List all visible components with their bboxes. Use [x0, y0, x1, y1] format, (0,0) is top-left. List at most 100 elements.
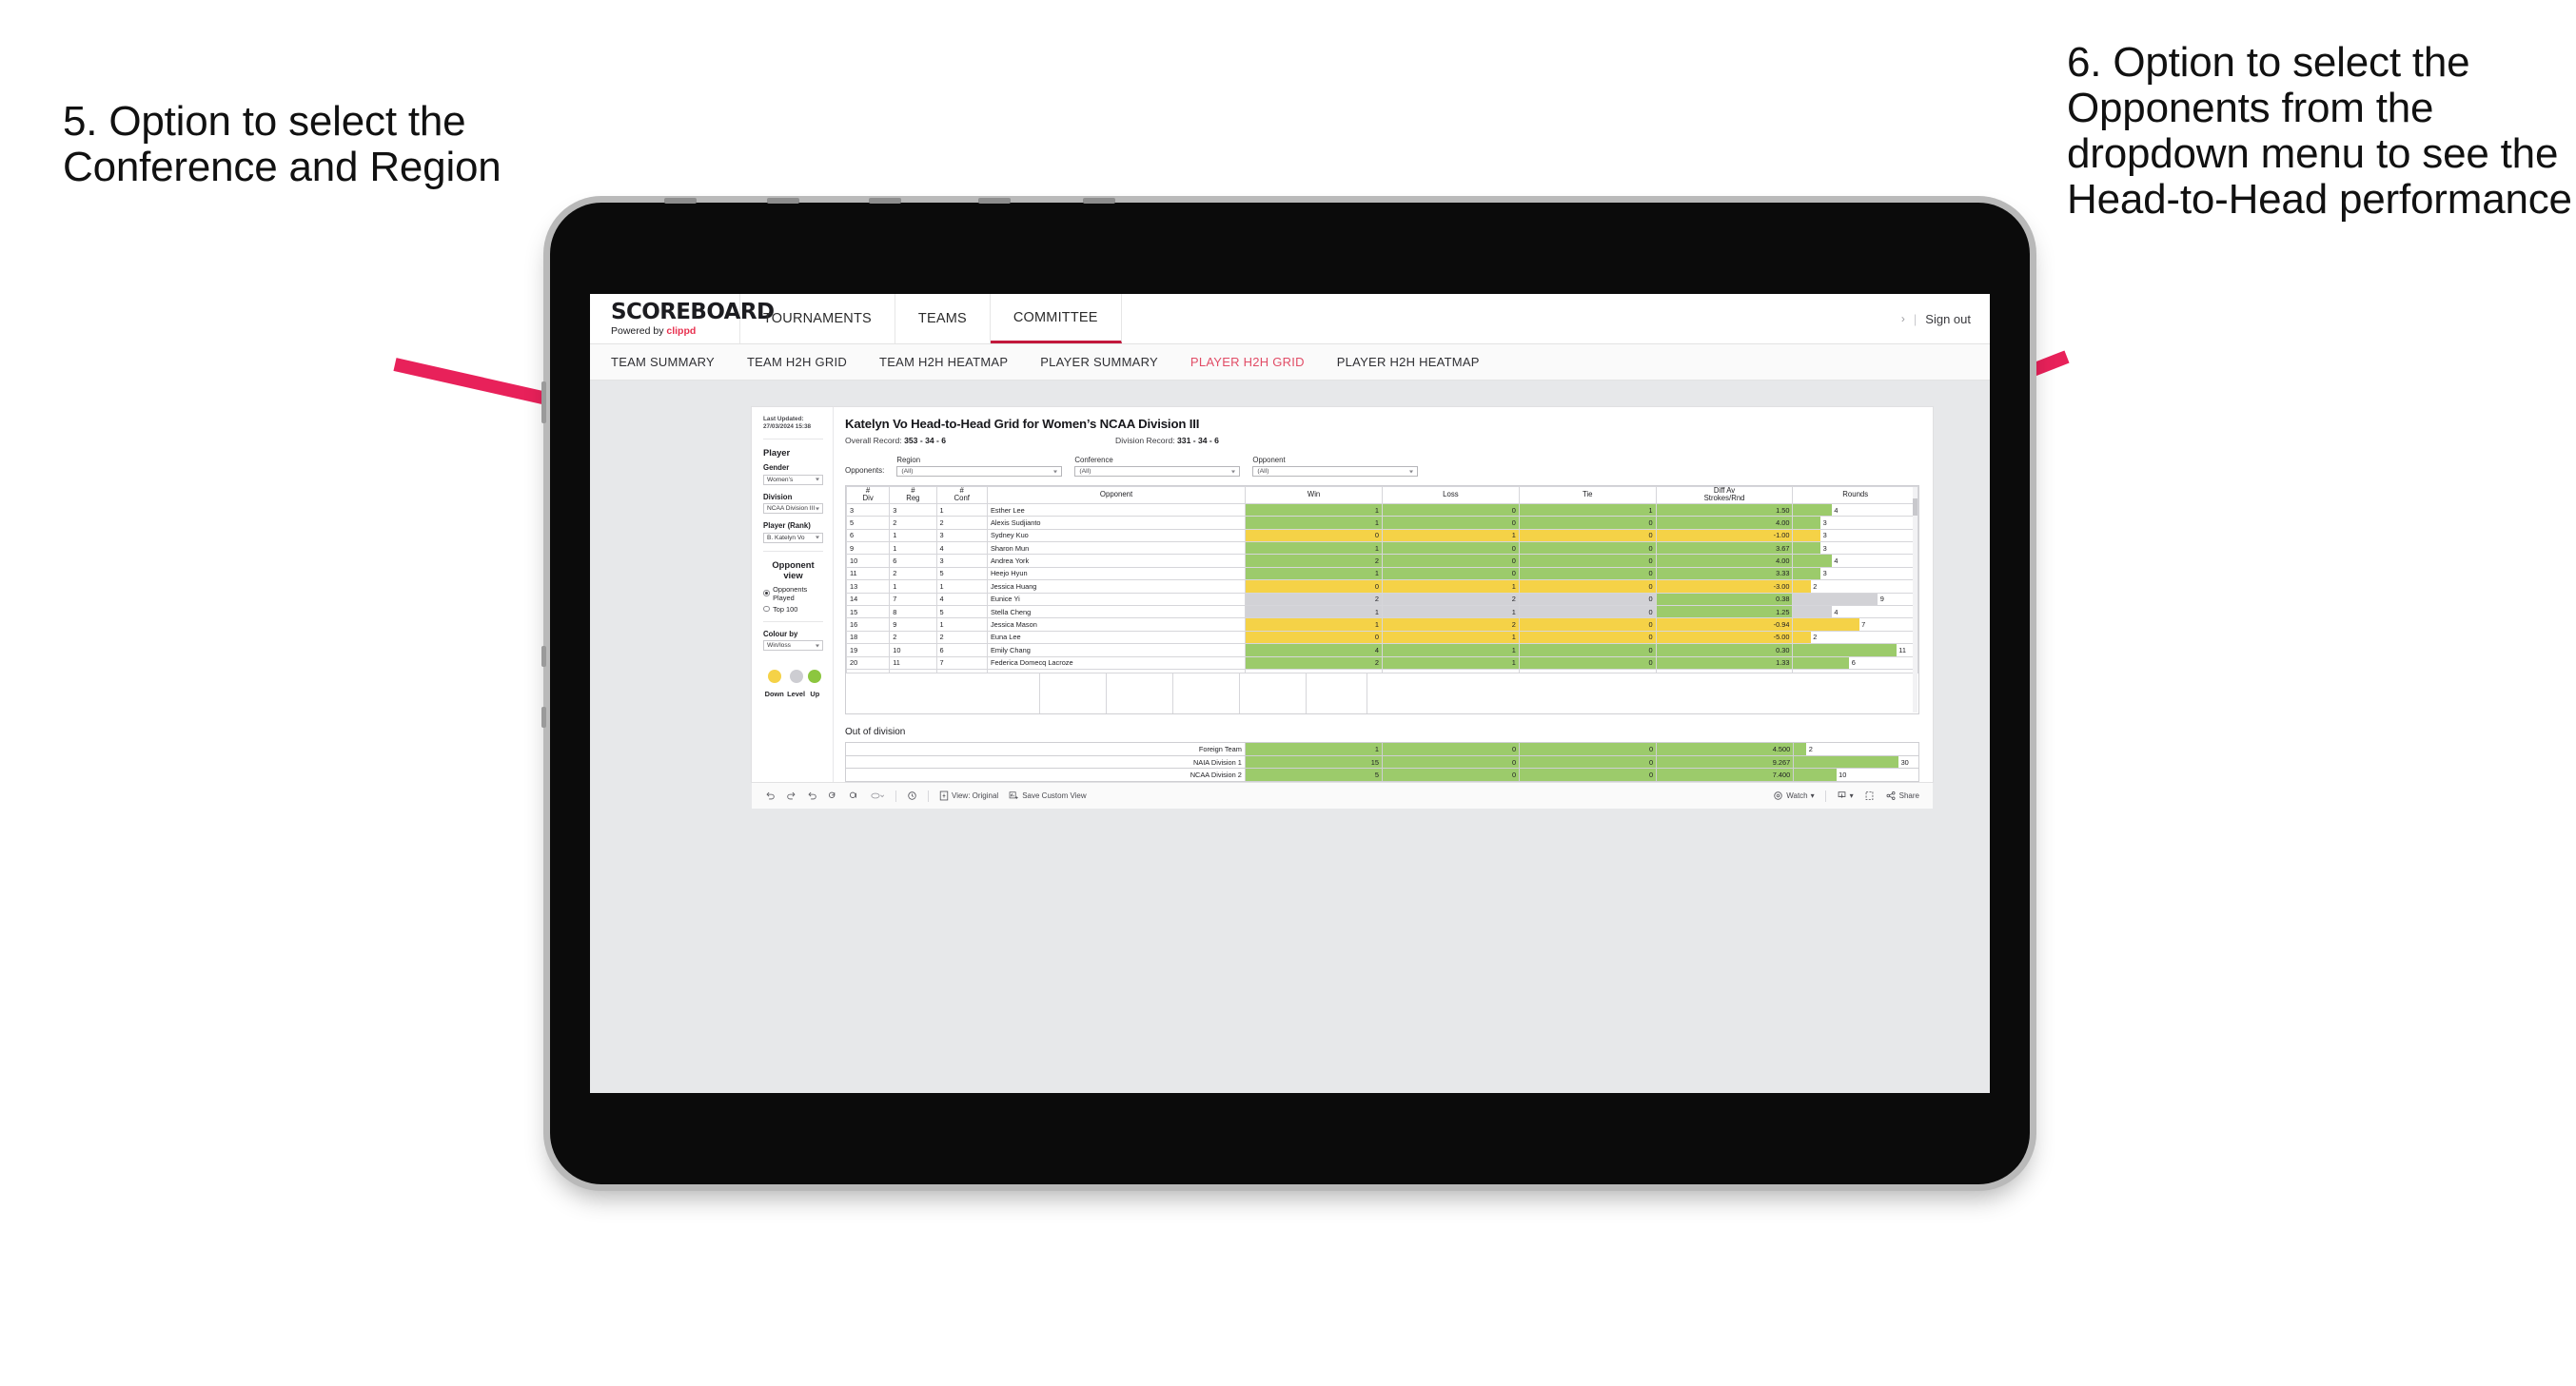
watch-label: Watch: [1786, 791, 1808, 801]
table-row[interactable]: 19 10 6 Emily Chang 4 1 0 0.30 11: [845, 643, 1918, 657]
opponent-select[interactable]: (All): [1252, 466, 1419, 477]
table-row[interactable]: 6 1 3 Sydney Kuo 0 1 0 -1.00 3: [845, 528, 1918, 542]
subnav-team-h2h-heatmap[interactable]: TEAM H2H HEATMAP: [879, 355, 1008, 369]
grid-scrollbar[interactable]: [1913, 487, 1917, 713]
chevron-right-icon[interactable]: ›: [1901, 312, 1905, 325]
region-value: (All): [901, 468, 914, 475]
cell-diff: -0.94: [1655, 617, 1794, 632]
table-row[interactable]: 9 1 4 Sharon Mun 1 0 0 3.67 3: [845, 540, 1918, 556]
cell-partial: [1518, 668, 1657, 673]
grid-body: 3 3 1 Esther Lee 1 0 1 1.50 4 5 2 2 Alexis Sudjianto…: [845, 502, 1918, 673]
refresh-icon[interactable]: [828, 791, 838, 801]
table-row[interactable]: 16 9 1 Jessica Mason 1 2 0 -0.94 7: [845, 617, 1918, 632]
cell-rounds: 3: [1792, 540, 1918, 556]
subnav-player-h2h-grid[interactable]: PLAYER H2H GRID: [1190, 355, 1305, 369]
out-of-division-row[interactable]: NCAA Division 2 5 0 0 7.400 10: [845, 768, 1919, 783]
grid-scrollbar-thumb[interactable]: [1913, 498, 1917, 516]
cell-reg: 3: [889, 502, 937, 517]
rounds-value: 3: [1822, 517, 1827, 527]
cell-tie: 0: [1519, 768, 1658, 783]
col-div: # Div: [845, 486, 891, 504]
legend-level: Level: [787, 670, 805, 698]
undo-icon[interactable]: [765, 791, 776, 801]
pause-icon[interactable]: [849, 791, 859, 801]
cell-partial: [986, 668, 1247, 673]
download-button[interactable]: ▾: [1837, 791, 1854, 801]
brand-logo[interactable]: SCOREBOARD Powered by clippd: [590, 294, 775, 343]
region-select[interactable]: (All): [896, 466, 1063, 477]
out-of-division-heading: Out of division: [845, 726, 906, 737]
redo-icon[interactable]: [786, 791, 796, 801]
view-original-button[interactable]: View: Original: [939, 791, 998, 801]
table-row[interactable]: 11 2 5 Heejo Hyun 1 0 0 3.33 3: [845, 566, 1918, 581]
cell-loss: 1: [1381, 643, 1520, 657]
radio-off-icon: [763, 605, 770, 613]
subnav-player-summary[interactable]: PLAYER SUMMARY: [1040, 355, 1158, 369]
h2h-grid-wrapper: # Div # Reg # Conf Opponent Win Loss Tie…: [845, 485, 1919, 714]
cell-win: 15: [1244, 754, 1383, 770]
radio-opponents-played[interactable]: Opponents Played: [763, 585, 823, 602]
table-row[interactable]: 14 7 4 Eunice Yi 2 2 0 0.38 9: [845, 592, 1918, 606]
subnav-team-h2h-grid[interactable]: TEAM H2H GRID: [747, 355, 847, 369]
chevron-down-icon: [1053, 470, 1058, 473]
revert-icon[interactable]: [807, 791, 817, 801]
rounds-value: 2: [1808, 744, 1813, 753]
cell-diff: 1.25: [1655, 604, 1794, 619]
topbar-separator: |: [1913, 311, 1917, 326]
conference-value: (All): [1079, 468, 1091, 475]
table-row[interactable]: 13 1 1 Jessica Huang 0 1 0 -3.00 2: [845, 579, 1918, 594]
topnav-teams[interactable]: TEAMS: [895, 294, 991, 343]
subnav-player-h2h-heatmap[interactable]: PLAYER H2H HEATMAP: [1337, 355, 1480, 369]
save-custom-view-label: Save Custom View: [1022, 791, 1087, 801]
gender-select[interactable]: Women’s: [763, 474, 823, 485]
share-button[interactable]: Share: [1885, 791, 1919, 801]
cell-reg: 1: [889, 540, 937, 556]
radio-top-100[interactable]: Top 100: [763, 605, 823, 614]
out-of-division-row[interactable]: NAIA Division 1 15 0 0 9.267 30: [845, 754, 1919, 770]
division-select[interactable]: NCAA Division III: [763, 503, 823, 514]
cell-opponent: Sydney Kuo: [986, 528, 1247, 542]
cell-rounds: 3: [1792, 516, 1918, 530]
cell-rounds: 3: [1792, 528, 1918, 542]
table-row[interactable]: 15 8 5 Stella Cheng 1 1 0 1.25 4: [845, 604, 1918, 619]
legend-level-label: Level: [787, 690, 805, 698]
cell-opponent: Jessica Huang: [986, 579, 1247, 594]
colour-by-select[interactable]: Win/loss: [763, 640, 823, 651]
table-row[interactable]: 10 6 3 Andrea York 2 0 0 4.00 4: [845, 554, 1918, 568]
cell-loss: 2: [1381, 617, 1520, 632]
topnav-committee[interactable]: COMMITTEE: [990, 294, 1122, 343]
cell-conf: 7: [935, 655, 988, 670]
rounds-value: 4: [1834, 556, 1839, 566]
rounds-bar: [1793, 605, 1832, 618]
cell-diff: 1.50: [1655, 502, 1794, 517]
player-rank-select[interactable]: B. Katelyn Vo: [763, 532, 823, 543]
fullscreen-button[interactable]: [1864, 791, 1875, 801]
cell-win: 1: [1245, 540, 1383, 556]
cell-win: 1: [1245, 502, 1383, 517]
cell-tie: 0: [1518, 604, 1657, 619]
brand-powered-prefix: Powered by: [611, 324, 664, 337]
save-custom-view-button[interactable]: Save Custom View: [1009, 791, 1087, 801]
table-row[interactable]: 20 11 7 Federica Domecq Lacroze 2 1 0 1.33 6: [845, 655, 1918, 670]
clock-icon[interactable]: [907, 791, 917, 801]
table-row[interactable]: 3 3 1 Esther Lee 1 0 1 1.50 4: [845, 502, 1918, 517]
cell-conf: 1: [935, 579, 988, 594]
conference-select[interactable]: (All): [1074, 466, 1241, 477]
out-of-division-row[interactable]: Foreign Team 1 0 0 4.500 2: [845, 741, 1919, 756]
topnav-tournaments[interactable]: TOURNAMENTS: [740, 294, 895, 343]
last-updated-text: Last Updated: 27/03/2024 15:38: [763, 416, 812, 430]
cell-opponent: Euna Lee: [986, 630, 1247, 645]
table-row[interactable]: 18 2 2 Euna Lee 0 1 0 -5.00 2: [845, 630, 1918, 645]
highlight-icon[interactable]: [870, 791, 885, 801]
sign-out-link[interactable]: Sign out: [1925, 312, 1971, 326]
subnav-team-summary[interactable]: TEAM SUMMARY: [611, 355, 715, 369]
table-row[interactable]: 5 2 2 Alexis Sudjianto 1 0 0 4.00 3: [845, 516, 1918, 530]
main-content: Katelyn Vo Head-to-Head Grid for Women’s…: [834, 407, 1933, 783]
cell-reg: 9: [889, 617, 937, 632]
cell-conf: 3: [935, 554, 988, 568]
table-row-partial: [845, 668, 1918, 673]
topbar-right: › | Sign out: [1901, 294, 1990, 343]
cell-conf: 2: [935, 516, 988, 530]
watch-button[interactable]: Watch ▾: [1773, 791, 1815, 801]
cell-conf: 5: [935, 604, 988, 619]
